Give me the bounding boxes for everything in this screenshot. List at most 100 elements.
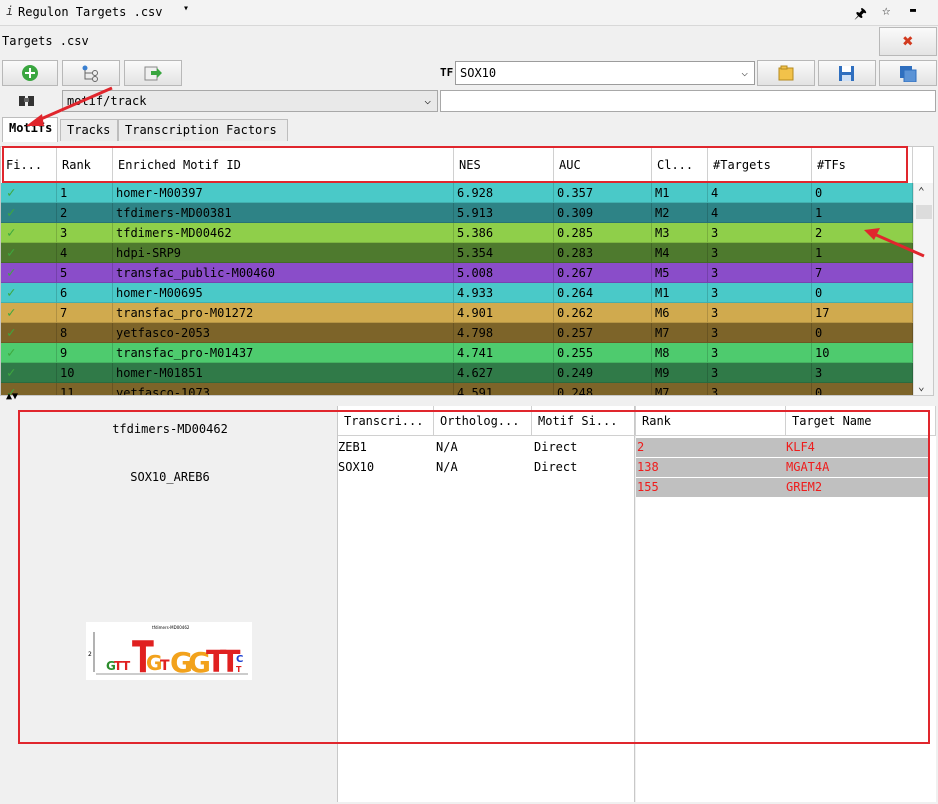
table-cell-rank: 6: [57, 283, 113, 303]
table-cell-targets: 3: [708, 243, 812, 263]
table-cell-rank: 11: [57, 383, 113, 395]
checked-icon[interactable]: ✓: [1, 323, 57, 343]
checked-icon[interactable]: ✓: [1, 283, 57, 303]
table-row[interactable]: ✓ 8 yetfasco-2053 4.798 0.257 M7 3 0: [1, 323, 913, 343]
table-row[interactable]: ✓ 5 transfac_public-M00460 5.008 0.267 M5 3 7: [1, 263, 913, 283]
table-cell-targets: 3: [708, 343, 812, 363]
scroll-thumb[interactable]: [916, 205, 932, 219]
table-cell-auc: 0.309: [554, 203, 652, 223]
checked-icon[interactable]: ✓: [1, 263, 57, 283]
table-cell-auc: 0.357: [554, 183, 652, 203]
file-label: Targets .csv: [2, 34, 89, 48]
tab-tracks[interactable]: Tracks: [60, 119, 118, 141]
scroll-up-icon[interactable]: ⌃: [918, 185, 925, 198]
table-cell-tfs: 0: [812, 183, 913, 203]
table-row[interactable]: ✓ 3 tfdimers-MD00462 5.386 0.285 M3 3 2: [1, 223, 913, 243]
table-cell-rank: 9: [57, 343, 113, 363]
table-row[interactable]: ✓ 2 tfdimers-MD00381 5.913 0.309 M2 4 1: [1, 203, 913, 223]
table-cell-rank: 4: [57, 243, 113, 263]
tab-motifs[interactable]: Motifs: [2, 117, 58, 142]
close-button[interactable]: ✖: [879, 27, 937, 56]
table-cell-cl: M1: [652, 183, 708, 203]
minimize-icon[interactable]: ▬: [910, 5, 916, 16]
tree-view-button[interactable]: [62, 60, 120, 86]
table-row[interactable]: ✓ 4 hdpi-SRP9 5.354 0.283 M4 3 1: [1, 243, 913, 263]
table-cell-rank: 1: [57, 183, 113, 203]
chevron-down-icon: ⌵: [741, 66, 748, 79]
unpin-icon[interactable]: ☆: [882, 3, 890, 19]
checked-icon[interactable]: ✓: [1, 303, 57, 323]
app-icon: i: [6, 4, 14, 18]
tree-icon: [82, 65, 98, 82]
table-cell-rank: 7: [57, 303, 113, 323]
table-cell-nes: 4.591: [454, 383, 554, 395]
save-button[interactable]: [818, 60, 876, 86]
table-cell-nes: 4.798: [454, 323, 554, 343]
panel-splitter[interactable]: ▲▼: [0, 391, 938, 404]
scroll-down-icon[interactable]: ⌄: [918, 380, 925, 393]
window-title: Regulon Targets .csv: [18, 5, 163, 19]
table-cell-nes: 4.933: [454, 283, 554, 303]
table-row[interactable]: ✓ 9 transfac_pro-M01437 4.741 0.255 M8 3 10: [1, 343, 913, 363]
checked-icon[interactable]: ✓: [1, 203, 57, 223]
table-cell-tfs: 0: [812, 383, 913, 395]
export-button[interactable]: [124, 60, 182, 86]
search-input[interactable]: [440, 90, 936, 112]
tf-select[interactable]: SOX10 ⌵: [455, 61, 755, 85]
table-cell-auc: 0.262: [554, 303, 652, 323]
table-cell-id: yetfasco-1073: [113, 383, 454, 395]
checked-icon[interactable]: ✓: [1, 363, 57, 383]
table-cell-tfs: 10: [812, 343, 913, 363]
save-as-button[interactable]: [879, 60, 937, 86]
table-cell-rank: 8: [57, 323, 113, 343]
table-cell-tfs: 2: [812, 223, 913, 243]
checked-icon[interactable]: ✓: [1, 183, 57, 203]
table-cell-cl: M7: [652, 383, 708, 395]
window-titlebar: i Regulon Targets .csv ▾ 🖈 ☆ ▬: [0, 0, 938, 26]
table-cell-cl: M4: [652, 243, 708, 263]
table-row[interactable]: ✓ 6 homer-M00695 4.933 0.264 M1 3 0: [1, 283, 913, 303]
table-cell-nes: 5.386: [454, 223, 554, 243]
table-cell-id: tfdimers-MD00462: [113, 223, 454, 243]
table-cell-cl: M3: [652, 223, 708, 243]
export-arrow-icon: [144, 66, 162, 81]
table-cell-nes: 5.354: [454, 243, 554, 263]
table-cell-targets: 3: [708, 223, 812, 243]
table-scrollbar[interactable]: ⌃ ⌄: [913, 183, 933, 395]
table-cell-nes: 5.008: [454, 263, 554, 283]
table-cell-id: transfac_pro-M01272: [113, 303, 454, 323]
table-cell-nes: 4.901: [454, 303, 554, 323]
collapse-arrows-icon[interactable]: ▲▼: [6, 391, 18, 402]
save-disk-icon: [839, 66, 854, 81]
table-cell-tfs: 1: [812, 243, 913, 263]
table-row[interactable]: ✓ 7 transfac_pro-M01272 4.901 0.262 M6 3 17: [1, 303, 913, 323]
table-cell-cl: M9: [652, 363, 708, 383]
table-row[interactable]: ✓ 1 homer-M00397 6.928 0.357 M1 4 0: [1, 183, 913, 203]
table-cell-targets: 4: [708, 183, 812, 203]
table-cell-rank: 2: [57, 203, 113, 223]
table-cell-id: hdpi-SRP9: [113, 243, 454, 263]
table-row[interactable]: ✓ 10 homer-M01851 4.627 0.249 M9 3 3: [1, 363, 913, 383]
table-cell-cl: M8: [652, 343, 708, 363]
filter-type-select[interactable]: motif/track ⌵: [62, 90, 438, 112]
filter-type-value: motif/track: [67, 94, 147, 108]
title-menu-caret-icon[interactable]: ▾: [183, 3, 189, 14]
table-cell-targets: 3: [708, 263, 812, 283]
pin-icon[interactable]: 🖈: [854, 3, 867, 27]
tab-transcription-factors[interactable]: Transcription Factors: [118, 119, 288, 141]
tf-select-value: SOX10: [460, 66, 497, 80]
table-cell-cl: M1: [652, 283, 708, 303]
checked-icon[interactable]: ✓: [1, 343, 57, 363]
checked-icon[interactable]: ✓: [1, 243, 57, 263]
table-cell-tfs: 17: [812, 303, 913, 323]
checked-icon[interactable]: ✓: [1, 223, 57, 243]
table-cell-rank: 3: [57, 223, 113, 243]
tf-label: TF: [440, 66, 454, 79]
table-cell-cl: M7: [652, 323, 708, 343]
table-cell-auc: 0.285: [554, 223, 652, 243]
add-button[interactable]: [2, 60, 58, 86]
open-folder-button[interactable]: [757, 60, 815, 86]
chevron-down-icon: ⌵: [424, 94, 431, 107]
table-row[interactable]: ✓ 11 yetfasco-1073 4.591 0.248 M7 3 0: [1, 383, 913, 395]
table-cell-targets: 3: [708, 303, 812, 323]
